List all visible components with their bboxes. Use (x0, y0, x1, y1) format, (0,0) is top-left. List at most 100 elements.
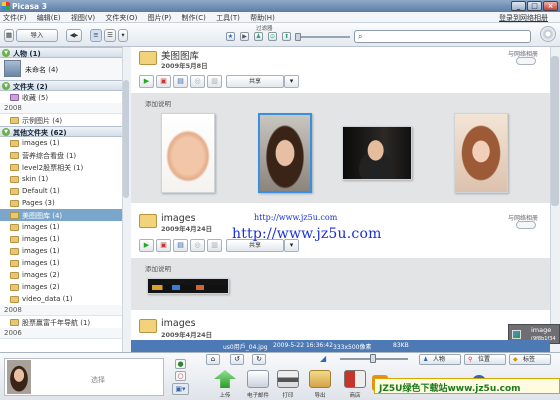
sidebar-item[interactable]: images (1) (0, 257, 129, 269)
sync-toggle[interactable] (516, 57, 536, 65)
export-label[interactable]: 导出 (305, 391, 335, 399)
photo-thumbnail[interactable] (454, 113, 508, 193)
play-slideshow-icon[interactable]: ▶ (139, 239, 154, 252)
sidebar-item-favorites[interactable]: 收藏 (5) (0, 91, 129, 103)
menu-tools[interactable]: 工具(T) (216, 14, 240, 22)
back-button[interactable]: ◀▸ (66, 29, 82, 42)
menu-file[interactable]: 文件(F) (3, 14, 27, 22)
photo-thumbnail[interactable] (342, 126, 412, 180)
collage-icon[interactable]: ▣ (156, 239, 171, 252)
menu-view[interactable]: 视图(V) (71, 14, 95, 22)
collapse-toggle-icon[interactable]: ▼ (2, 128, 10, 136)
print-icon[interactable]: ▥ (207, 75, 222, 88)
rotate-left-icon[interactable]: ↺ (230, 354, 244, 365)
view-options-button[interactable]: ▾ (118, 29, 128, 42)
sidebar-item[interactable]: Pages (3) (0, 197, 129, 209)
tree-view-button[interactable]: ☰ (104, 29, 116, 42)
people-row[interactable]: 未命名 (4) (0, 58, 129, 80)
filter-people-icon[interactable]: ♟ (254, 32, 263, 41)
photo-thumbnail-selected[interactable] (258, 113, 312, 193)
main-scrollbar-thumb[interactable] (551, 56, 559, 206)
add-caption-link[interactable]: 添加说明 (145, 98, 171, 108)
search-box[interactable]: ⌕ (354, 30, 531, 43)
rotate-right-icon[interactable]: ↻ (252, 354, 266, 365)
upload-icon[interactable] (214, 370, 236, 388)
collapse-toggle-icon[interactable]: ▼ (2, 49, 10, 57)
email-icon[interactable] (247, 370, 269, 388)
sidebar-item[interactable]: skin (1) (0, 173, 129, 185)
photo-thumbnail[interactable] (147, 278, 229, 294)
menu-picture[interactable]: 图片(P) (148, 14, 172, 22)
shop-label[interactable]: 商店 (340, 391, 370, 399)
upload-icon[interactable]: ◎ (190, 239, 205, 252)
sidebar-item-sample-pictures[interactable]: 示例图片 (4) (0, 114, 129, 126)
date-slider-handle[interactable] (295, 33, 301, 41)
search-input[interactable] (368, 32, 528, 41)
sign-in-link[interactable]: 登录到网络相册 (499, 13, 548, 23)
sidebar-scrollbar-thumb[interactable] (123, 80, 129, 198)
filter-starred-icon[interactable]: ★ (226, 32, 235, 41)
albums-section-header[interactable]: ▼ 文件夹 (2) (0, 80, 129, 91)
sidebar-item[interactable]: video_data (1) (0, 293, 129, 305)
list-view-button[interactable]: ≡ (90, 29, 102, 42)
album-title[interactable]: images (161, 318, 196, 329)
collapse-toggle-icon[interactable]: ▼ (2, 82, 10, 90)
share-button[interactable]: 共享 (226, 75, 284, 88)
menu-edit[interactable]: 编辑(E) (37, 14, 61, 22)
places-button[interactable]: ⚲ 位置 (464, 354, 506, 365)
menu-help[interactable]: 帮助(H) (250, 14, 275, 22)
tray-thumbnail[interactable] (7, 360, 31, 394)
minimize-button[interactable]: _ (511, 1, 526, 11)
menu-create[interactable]: 制作(C) (182, 14, 206, 22)
sidebar-item[interactable]: images (1) (0, 221, 129, 233)
hold-icon[interactable]: ● (175, 359, 186, 369)
movie-icon[interactable]: ▤ (173, 239, 188, 252)
print-label[interactable]: 打印 (273, 391, 303, 399)
sidebar-item[interactable]: images (2) (0, 269, 129, 281)
sidebar-item[interactable]: Default (1) (0, 185, 129, 197)
tags-button[interactable]: ◆ 标签 (509, 354, 551, 365)
thumbnail-size-handle[interactable] (370, 354, 376, 363)
upload-label[interactable]: 上传 (210, 391, 240, 399)
sidebar-item[interactable]: 营养综合看盘 (1) (0, 149, 129, 161)
people-section-header[interactable]: ▼ 人物 (1) (0, 47, 129, 58)
close-button[interactable]: × (543, 1, 558, 11)
email-label[interactable]: 电子邮件 (243, 391, 273, 399)
play-slideshow-icon[interactable]: ▶ (139, 75, 154, 88)
home-icon[interactable]: ⌂ (206, 354, 220, 365)
sidebar-item[interactable]: level2股票相关 (1) (0, 161, 129, 173)
other-folders-section-header[interactable]: ▼ 其他文件夹 (62) (0, 126, 129, 137)
selection-tray[interactable]: 选择 (4, 358, 164, 396)
maximize-button[interactable]: □ (527, 1, 542, 11)
settings-gear-icon[interactable] (540, 26, 556, 42)
sidebar-item[interactable]: images (1) (0, 245, 129, 257)
filter-video-icon[interactable]: ▶ (240, 32, 249, 41)
filter-upload-icon[interactable]: ⬆ (282, 32, 291, 41)
sidebar-item-selected[interactable]: 美图图库 (4) (0, 209, 129, 221)
photo-thumbnail[interactable] (161, 113, 215, 193)
collage-icon[interactable]: ▣ (156, 75, 171, 88)
people-button[interactable]: ♟ 人物 (419, 354, 461, 365)
sidebar-item[interactable]: images (1) (0, 233, 129, 245)
new-album-button[interactable]: ▦ (4, 29, 14, 42)
sidebar-item[interactable]: 股票赢富千年导航 (1) (0, 316, 129, 328)
man-photo (343, 127, 411, 179)
print-icon[interactable] (277, 370, 299, 388)
import-button[interactable]: 导入 (16, 29, 58, 42)
add-caption-link[interactable]: 添加说明 (145, 263, 171, 273)
clear-icon[interactable]: ○ (175, 371, 186, 381)
share-dropdown-icon[interactable]: ▾ (284, 75, 299, 88)
export-folder-icon[interactable] (309, 370, 331, 388)
movie-icon[interactable]: ▤ (173, 75, 188, 88)
filter-location-icon[interactable]: ⊙ (268, 32, 277, 41)
upload-icon[interactable]: ◎ (190, 75, 205, 88)
print-icon[interactable]: ▥ (207, 239, 222, 252)
menu-folder[interactable]: 文件夹(O) (105, 14, 137, 22)
add-to-album-icon[interactable]: ▣▾ (172, 383, 189, 395)
date-slider-track[interactable] (296, 36, 350, 38)
sidebar-item[interactable]: images (2) (0, 281, 129, 293)
sync-toggle[interactable] (516, 221, 536, 229)
sidebar-item[interactable]: images (1) (0, 137, 129, 149)
status-filesize: 83KB (393, 342, 409, 349)
shop-icon[interactable] (344, 370, 366, 388)
